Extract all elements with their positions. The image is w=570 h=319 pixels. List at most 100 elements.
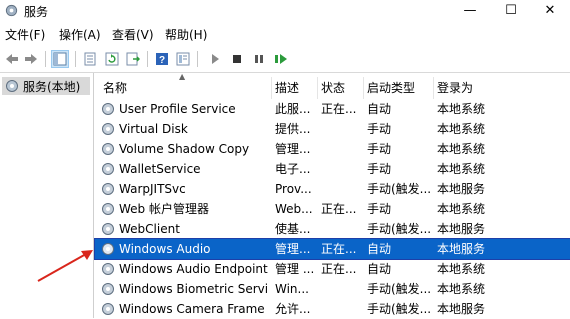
service-status bbox=[321, 279, 363, 299]
service-status bbox=[321, 179, 363, 199]
service-name: User Profile Service bbox=[119, 102, 236, 116]
service-description: 管理... bbox=[275, 142, 311, 156]
service-logon-as: 本地系统 bbox=[437, 162, 486, 176]
service-startup-type: 手动 bbox=[367, 202, 392, 216]
help-topics-icon[interactable] bbox=[174, 50, 192, 68]
service-startup-type: 自动 bbox=[367, 102, 392, 116]
export-list-icon[interactable] bbox=[124, 50, 142, 68]
service-name: WarpJITSvc bbox=[119, 182, 186, 196]
gear-icon bbox=[102, 183, 114, 195]
gear-icon bbox=[102, 263, 114, 275]
service-name: Windows Camera Frame ... bbox=[119, 302, 269, 316]
service-startup-type: 手动(触发... bbox=[367, 182, 432, 196]
tree-item-label: 服务(本地) bbox=[23, 79, 81, 94]
service-startup-type: 自动 bbox=[367, 242, 392, 256]
service-logon-as: 本地系统 bbox=[437, 102, 486, 116]
title-bar: 服务 — ☐ ✕ bbox=[0, 0, 570, 22]
restart-service-icon[interactable] bbox=[272, 50, 290, 68]
service-startup-type: 手动(触发... bbox=[367, 302, 432, 316]
help-icon[interactable]: ? bbox=[153, 50, 171, 68]
sort-ascending-icon: ▲ bbox=[179, 72, 186, 81]
service-logon-as: 本地服务 bbox=[437, 242, 486, 256]
table-row[interactable]: Volume Shadow Copy 管理... 手动 本地系统 bbox=[95, 139, 570, 159]
table-row[interactable]: WebClient 使基... 手动(触发... 本地服务 bbox=[95, 219, 570, 239]
table-row[interactable]: Windows Camera Frame ... 允许... 手动(触发... 本地服… bbox=[95, 299, 570, 319]
window-title: 服务 bbox=[24, 5, 49, 19]
gear-icon bbox=[102, 203, 114, 215]
menu-action[interactable]: 操作(A) bbox=[59, 26, 101, 43]
refresh-icon[interactable] bbox=[103, 50, 121, 68]
service-startup-type: 手动 bbox=[367, 142, 392, 156]
table-row[interactable]: WarpJITSvc Prov... 手动(触发... 本地服务 bbox=[95, 179, 570, 199]
menu-view[interactable]: 查看(V) bbox=[112, 26, 154, 43]
service-logon-as: 本地系统 bbox=[437, 122, 486, 136]
services-list: ▲ 名称 描述 状态 启动类型 登录为 User Profile Service… bbox=[94, 72, 570, 319]
service-description: 此服... bbox=[275, 102, 311, 116]
menu-bar: 文件(F) 操作(A) 查看(V) 帮助(H) bbox=[0, 24, 570, 44]
close-button[interactable]: ✕ bbox=[530, 0, 570, 22]
show-console-tree-icon[interactable] bbox=[51, 50, 69, 68]
service-logon-as: 本地系统 bbox=[437, 282, 486, 296]
column-header-description[interactable]: 描述 bbox=[275, 77, 299, 99]
table-row[interactable]: Virtual Disk 提供... 手动 本地系统 bbox=[95, 119, 570, 139]
service-status bbox=[321, 299, 363, 319]
table-row[interactable]: Windows Audio Endpoint... 管理 ... 正在... 自动 本地… bbox=[95, 259, 570, 279]
column-header-startup-type[interactable]: 启动类型 bbox=[367, 77, 415, 99]
service-status bbox=[321, 119, 363, 139]
pause-service-icon[interactable] bbox=[250, 50, 268, 68]
table-row[interactable]: Windows Biometric Servi... Win... 手动(触发...… bbox=[95, 279, 570, 299]
services-app-icon bbox=[5, 4, 18, 17]
gear-icon bbox=[102, 163, 114, 175]
table-row[interactable]: WalletService 电子... 手动 本地系统 bbox=[95, 159, 570, 179]
menu-file[interactable]: 文件(F) bbox=[5, 26, 45, 43]
service-status bbox=[321, 139, 363, 159]
service-logon-as: 本地系统 bbox=[437, 142, 486, 156]
service-startup-type: 自动 bbox=[367, 262, 392, 276]
service-description: Prov... bbox=[275, 182, 312, 196]
service-startup-type: 手动(触发... bbox=[367, 222, 432, 236]
stop-service-icon[interactable] bbox=[228, 50, 246, 68]
menu-help[interactable]: 帮助(H) bbox=[165, 26, 207, 43]
maximize-button[interactable]: ☐ bbox=[491, 0, 531, 22]
table-row[interactable]: User Profile Service 此服... 正在... 自动 本地系统 bbox=[95, 99, 570, 119]
table-row-selected[interactable]: Windows Audio 管理... 正在... 自动 本地服务 bbox=[94, 238, 570, 260]
service-status: 正在... bbox=[321, 262, 357, 276]
service-logon-as: 本地服务 bbox=[437, 222, 486, 236]
service-status: 正在... bbox=[321, 242, 357, 256]
minimize-button[interactable]: — bbox=[450, 0, 490, 22]
forward-icon[interactable] bbox=[22, 50, 40, 68]
service-startup-type: 手动 bbox=[367, 162, 392, 176]
properties-icon[interactable] bbox=[81, 50, 99, 68]
gear-icon bbox=[102, 103, 114, 115]
table-row[interactable]: Web 帐户管理器 Web... 正在... 手动 本地系统 bbox=[95, 199, 570, 219]
service-name: WebClient bbox=[119, 222, 180, 236]
service-startup-type: 手动 bbox=[367, 122, 392, 136]
service-name: Virtual Disk bbox=[119, 122, 188, 136]
service-name: Web 帐户管理器 bbox=[119, 202, 209, 216]
service-logon-as: 本地系统 bbox=[437, 262, 486, 276]
tree-item-services-local[interactable]: 服务(本地) bbox=[2, 77, 90, 95]
service-description: Web... bbox=[275, 202, 313, 216]
service-status: 正在... bbox=[321, 202, 357, 216]
gear-icon bbox=[102, 283, 114, 295]
service-status bbox=[321, 219, 363, 239]
gear-icon bbox=[102, 143, 114, 155]
console-tree: 服务(本地) bbox=[0, 73, 94, 318]
gear-icon bbox=[102, 123, 114, 135]
service-name: Windows Audio bbox=[119, 242, 211, 256]
svg-text:?: ? bbox=[159, 55, 165, 66]
back-icon[interactable] bbox=[3, 50, 21, 68]
service-logon-as: 本地系统 bbox=[437, 202, 486, 216]
service-logon-as: 本地服务 bbox=[437, 302, 486, 316]
gear-icon bbox=[102, 243, 114, 255]
service-logon-as: 本地服务 bbox=[437, 182, 486, 196]
service-name: Windows Audio Endpoint... bbox=[119, 262, 269, 276]
column-header-name[interactable]: 名称 bbox=[103, 77, 127, 99]
service-description: 允许... bbox=[275, 302, 311, 316]
column-header-status[interactable]: 状态 bbox=[321, 77, 345, 99]
service-description: 提供... bbox=[275, 122, 311, 136]
service-status bbox=[321, 159, 363, 179]
column-header-logon-as[interactable]: 登录为 bbox=[437, 77, 473, 99]
start-service-icon[interactable] bbox=[206, 50, 224, 68]
service-name: Volume Shadow Copy bbox=[119, 142, 250, 156]
